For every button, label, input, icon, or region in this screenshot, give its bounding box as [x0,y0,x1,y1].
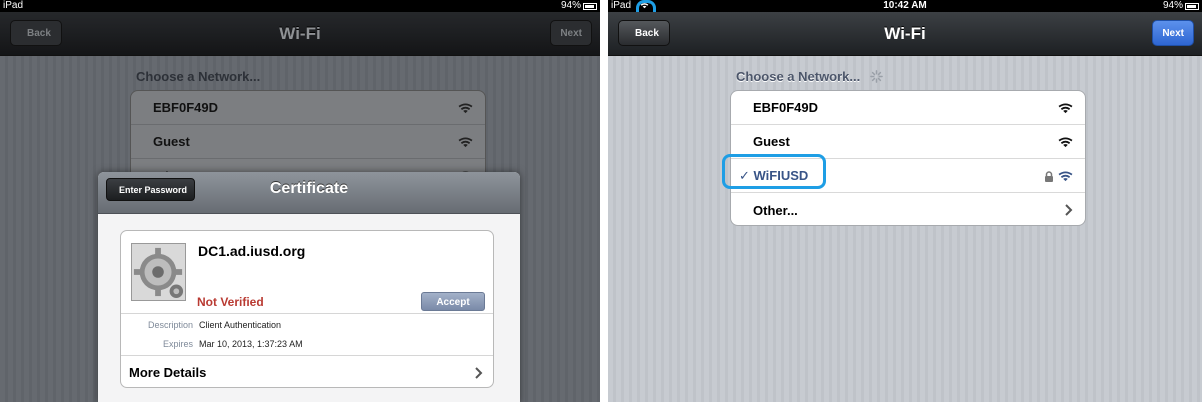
nav-bar: Back Wi-Fi Next [0,12,600,56]
description-row: Description Client Authentication [121,320,281,330]
section-header: Choose a Network... [136,69,261,84]
section-header: Choose a Network... [736,69,883,84]
description-label: Description [147,320,193,330]
wifi-icon [1058,136,1073,147]
status-bar: iPad 10:42 AM 94% [608,0,1202,12]
divider [121,313,493,314]
wifi-icon [1058,170,1073,181]
network-name: EBF0F49D [753,100,819,115]
more-details-row[interactable]: More Details [129,365,206,380]
expires-label: Expires [162,339,193,349]
status-bar: iPad 94% [0,0,600,12]
expires-row: Expires Mar 10, 2013, 1:37:23 AM [121,339,303,349]
battery-icon [1185,2,1199,10]
expires-value: Mar 10, 2013, 1:37:23 AM [199,339,303,349]
divider [121,355,493,356]
certificate-card: DC1.ad.iusd.org Not Verified Accept Desc… [120,230,494,388]
right-screen: iPad 10:42 AM 94% Back Wi-Fi Next Choose… [608,0,1202,402]
certificate-gear-icon [131,243,186,301]
accept-button[interactable]: Accept [421,292,485,311]
verification-status: Not Verified [197,295,264,309]
wifi-icon [1058,102,1073,113]
nav-title: Wi-Fi [884,24,926,43]
certificate-name: DC1.ad.iusd.org [198,243,306,259]
nav-bar: Back Wi-Fi Next [608,12,1202,56]
modal-title: Certificate [269,180,349,197]
carrier-label: iPad [3,0,24,11]
battery-percent: 94% [1162,0,1183,11]
network-name: Guest [153,134,190,149]
chevron-right-icon [475,367,483,379]
network-row[interactable]: EBF0F49D [731,91,1085,125]
wifi-icon [458,102,473,113]
description-value: Client Authentication [199,320,282,330]
network-name: EBF0F49D [153,100,219,115]
network-row-other[interactable]: Other... [731,193,1085,225]
network-name: Other... [753,202,798,218]
battery-indicator: 94% [561,0,597,12]
network-row[interactable]: EBF0F49D [131,91,485,125]
network-row[interactable]: Guest [131,125,485,159]
certificate-modal: Enter Password Certificate DC1.ad.iusd.o… [98,172,520,402]
next-button[interactable]: Next [550,20,592,46]
battery-indicator: 94% [1163,0,1199,12]
wifi-icon [458,136,473,147]
next-button[interactable]: Next [1152,20,1194,46]
chevron-right-icon [1065,204,1073,216]
modal-nav-bar: Enter Password Certificate [98,172,520,214]
loading-spinner-icon [870,70,883,83]
nav-title: Wi-Fi [279,24,321,43]
selected-network-highlight [722,154,826,189]
status-time: 10:42 AM [883,0,927,11]
network-list-area: Choose a Network... EBF0F49D Guest ✓ WiF… [608,56,1202,402]
battery-percent: 94% [560,0,581,11]
network-name: Guest [753,134,790,149]
battery-icon [583,2,597,10]
lock-icon [1045,170,1053,182]
left-screen: iPad 94% Back Wi-Fi Next Choose a Networ… [0,0,600,402]
